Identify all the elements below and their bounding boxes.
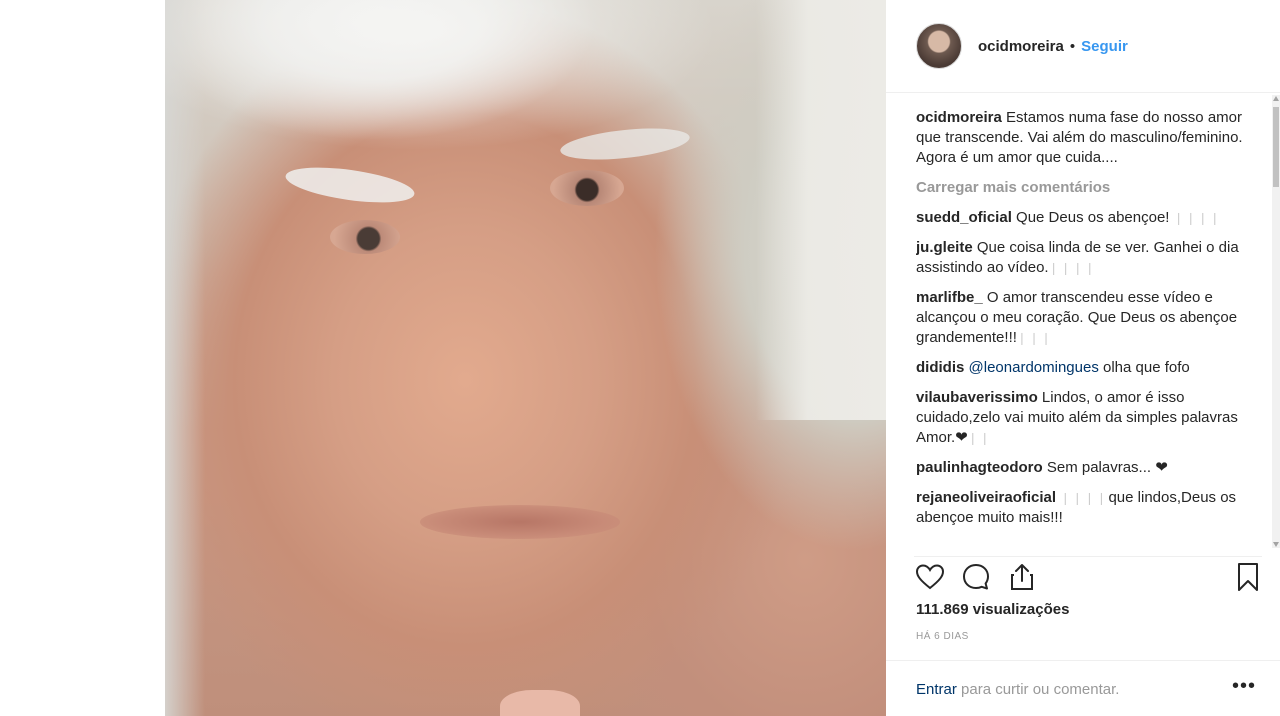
comment-emoji: ❘❘❘❘ (1048, 261, 1097, 275)
video-towel (756, 0, 886, 420)
caption: ocidmoreira Estamos numa fase do nosso a… (916, 108, 1258, 168)
post-video[interactable] (165, 0, 886, 716)
heart-icon[interactable] (914, 561, 946, 593)
header-separator: • (1069, 37, 1076, 55)
comment-username[interactable]: dididis (916, 359, 964, 376)
video-eye-right (550, 170, 624, 206)
login-prompt: Entrar para curtir ou comentar. (916, 681, 1119, 698)
list-item: rejaneoliveiraoficial ❘❘❘❘que lindos,Deu… (916, 488, 1258, 528)
video-eyebrow-left (283, 161, 417, 209)
list-item: vilaubaverissimo Lindos, o amor é isso c… (916, 388, 1258, 448)
post-actions (914, 556, 1262, 596)
comment-username[interactable]: rejaneoliveiraoficial (916, 489, 1056, 506)
video-hand (500, 690, 580, 716)
comment-username[interactable]: ju.gleite (916, 239, 973, 256)
instagram-post-page: ocidmoreira • Seguir ocidmoreira Estamos… (0, 0, 1280, 716)
scrollbar-thumb[interactable] (1273, 107, 1279, 187)
video-mouth (420, 505, 620, 539)
post-timestamp[interactable]: HÁ 6 DIAS (916, 631, 969, 642)
login-prompt-text: para curtir ou comentar. (956, 681, 1120, 698)
bookmark-icon[interactable] (1232, 561, 1264, 593)
scroll-down-icon[interactable] (1273, 542, 1279, 547)
list-item: dididis @leonardomingues olha que fofo (916, 358, 1258, 378)
login-link[interactable]: Entrar (916, 681, 957, 698)
comment-username[interactable]: marlifbe_ (916, 289, 983, 306)
comment-username[interactable]: vilaubaverissimo (916, 389, 1038, 406)
comment-text: Que Deus os abençoe! (1016, 209, 1174, 226)
comment-username[interactable]: paulinhagteodoro (916, 459, 1043, 476)
more-options-icon[interactable]: ••• (1230, 675, 1258, 703)
comment-username[interactable]: suedd_oficial (916, 209, 1012, 226)
list-item: ju.gleite Que coisa linda de se ver. Gan… (916, 238, 1258, 278)
share-icon[interactable] (1006, 561, 1038, 593)
video-eye-left (330, 220, 400, 254)
video-hair-highlight (165, 0, 725, 150)
comment-icon[interactable] (960, 561, 992, 593)
comment-text: olha que fofo (1098, 359, 1190, 376)
comment-emoji: ❘❘❘❘ (1173, 211, 1222, 225)
comments-list[interactable]: ocidmoreira Estamos numa fase do nosso a… (916, 108, 1258, 548)
list-item: paulinhagteodoro Sem palavras... ❤ (916, 458, 1258, 478)
post-header: ocidmoreira • Seguir (886, 0, 1280, 93)
caption-author[interactable]: ocidmoreira (916, 109, 1002, 126)
login-footer: Entrar para curtir ou comentar. ••• (886, 660, 1280, 716)
comment-emoji: ❘❘ (967, 431, 992, 445)
comment-emoji: ❘❘❘❘ (1060, 491, 1109, 505)
list-item: suedd_oficial Que Deus os abençoe! ❘❘❘❘ (916, 208, 1258, 228)
view-count[interactable]: 111.869 visualizações (916, 601, 1069, 618)
comment-mention-link[interactable]: @leonardomingues (969, 359, 1099, 376)
comment-emoji: ❘❘❘ (1016, 331, 1054, 345)
post-sidebar: ocidmoreira • Seguir ocidmoreira Estamos… (886, 0, 1280, 716)
comments-scrollbar[interactable] (1272, 95, 1280, 548)
comment-text: Sem palavras... ❤ (1046, 459, 1168, 476)
list-item: marlifbe_ O amor transcendeu esse vídeo … (916, 288, 1258, 348)
follow-button[interactable]: Seguir (1081, 38, 1128, 55)
load-more-comments-button[interactable]: Carregar mais comentários (916, 178, 1258, 198)
author-username[interactable]: ocidmoreira (978, 38, 1064, 55)
scroll-up-icon[interactable] (1273, 96, 1279, 101)
avatar[interactable] (916, 23, 962, 69)
